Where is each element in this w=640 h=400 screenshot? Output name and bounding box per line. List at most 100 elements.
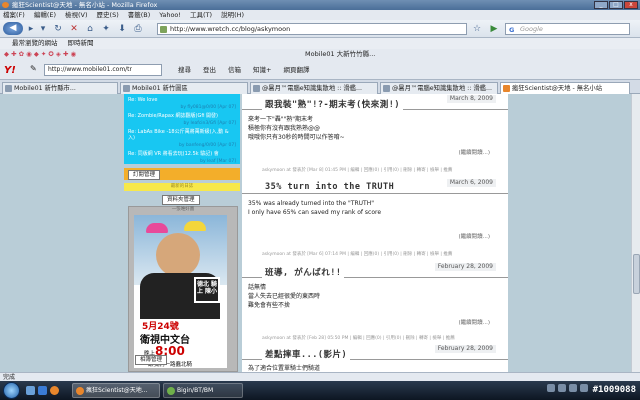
task-label: Bigin/BT/BM [177, 387, 214, 394]
status-text: 完成 [3, 374, 16, 381]
post-title-row: 跟我裝"熟"!?-期末考(快來測!) [242, 98, 508, 110]
tab-mobile01-gallery[interactable]: Mobile01 新竹圖區 [120, 82, 248, 94]
subscribe-manage-button[interactable]: 訂閱管理 [128, 170, 161, 180]
post-title[interactable]: 差點摔車...(影片) [262, 348, 351, 360]
tab-mobile01-hsinchu[interactable]: Mobile01 新竹縣市... [2, 82, 118, 94]
yahoo-logo[interactable]: Y! [4, 65, 16, 76]
post-title[interactable]: 跟我裝"熟"!?-期末考(快來測!) [262, 98, 403, 110]
bookmark-news[interactable]: 即時新聞 [68, 38, 94, 49]
post-body: 來考一下"轟""熟"期末考 積極你有沒有跟我熟熟@@ 哦哦你只有30秒的時間可以… [248, 115, 345, 142]
tab-label: Mobile01 新竹縣市... [14, 85, 76, 92]
comment-meta: by leaf [Mar 07] [200, 159, 236, 164]
addon-icon[interactable]: ✦ [100, 23, 112, 35]
post-title[interactable]: 班導, がんばれ!! [262, 266, 345, 278]
maximize-button[interactable]: □ [609, 1, 623, 9]
tab-forum[interactable]: @暑月™電腦e知識集散地 :: 滑艦... [250, 82, 378, 94]
taskbar-firefox-window[interactable]: 瘋狂Scientist@天地... [72, 383, 160, 398]
tab-forum-2[interactable]: @暑月™電腦e知識集散地 :: 滑艦... [380, 82, 498, 94]
tab-label: 瘋狂Scientist@天地 - 無名小站 [512, 85, 602, 92]
window-title: 瘋狂Scientist@天地 - 無名小站 - Mozilla Firefox [12, 1, 158, 9]
pencil-icon[interactable]: ✎ [30, 64, 37, 73]
comment-meta: by leafcin3/Gfi [Apr 07] [183, 121, 236, 126]
history-dropdown-icon[interactable]: ▾ [38, 23, 48, 35]
post-footer: askymoon at 發表於 [Mar 6] 07:14 PM | 編輯 | … [262, 252, 453, 257]
quicklaunch-desktop-icon[interactable] [26, 386, 35, 395]
mobile01-toolbar-link[interactable]: Mobile01 大新竹竹縣... [305, 49, 375, 60]
comment-link[interactable]: Re: We love [128, 97, 236, 103]
read-more-link[interactable]: (繼續閱讀...) [458, 232, 490, 240]
menu-yahoo[interactable]: Yahoo! [159, 10, 181, 20]
bt-icon [167, 387, 175, 395]
yahoo-logout-button[interactable]: 登出 [203, 64, 216, 76]
album-manage-button[interactable]: 相簿管理 [135, 355, 168, 365]
scrollbar-thumb[interactable] [633, 254, 640, 294]
post-line: 哦哦你只有30秒的時間可以作答唷~ [248, 134, 345, 141]
close-button[interactable]: x [624, 1, 638, 9]
home-icon[interactable]: ⌂ [84, 23, 96, 35]
url-text: http://www.wretch.cc/blog/askymoon [170, 25, 291, 33]
tray-volume-icon[interactable] [558, 384, 566, 392]
latest-posts-header: 最新的日誌 [124, 183, 240, 191]
tab-favicon [5, 85, 12, 92]
subscribe-bar: 訂閱管理 [124, 168, 240, 180]
comment-link[interactable]: Re: LabAs Bike -18公斤萬將萬新級(入,動 & 入) [128, 129, 236, 141]
search-input[interactable]: G Google [505, 23, 630, 35]
star-bookmark-icon[interactable]: ☆ [472, 23, 482, 35]
yahoo-search-input[interactable]: http://www.mobile01.com/tr [44, 64, 162, 76]
album-poster-image[interactable]: 德北 騎上 陳小 5月24號 衛視中文台 晚上8:00 跟我們一路蠢北騎 [134, 215, 227, 368]
addon-toolbar: ◆ ✚ ✿ ◉ ◆ ✦ ✪ ◈ ✚ ◉ Mobile01 大新竹竹縣... [0, 49, 640, 60]
read-more-link[interactable]: (繼續閱讀...) [458, 148, 490, 156]
stop-icon[interactable]: ✕ [68, 23, 80, 35]
tab-favicon [253, 85, 260, 92]
menu-file[interactable]: 檔案(F) [3, 10, 25, 20]
comment-link[interactable]: Re: Zombie/Rapax 網誌翻版(Gfi 開發) [128, 113, 236, 119]
google-icon: G [509, 26, 515, 34]
tab-wretch-blog[interactable]: 瘋狂Scientist@天地 - 無名小站 [500, 82, 630, 94]
quicklaunch-ie-icon[interactable] [38, 386, 47, 395]
go-icon[interactable]: ▶ [488, 23, 500, 35]
download-icon[interactable]: ⬇ [116, 23, 128, 35]
poster-face [156, 233, 200, 277]
yahoo-translate-button[interactable]: 網頁翻譯 [283, 64, 309, 76]
taskbar-bt-window[interactable]: Bigin/BT/BM [163, 383, 243, 398]
forward-button[interactable]: ▸ [26, 23, 36, 35]
post-title[interactable]: 35% turn into the TRUTH [262, 182, 398, 192]
print-icon[interactable]: ⎙ [132, 23, 144, 35]
quicklaunch-firefox-icon[interactable] [50, 386, 59, 395]
tab-favicon [503, 85, 510, 92]
post-body: 為了適合位置單騎士們騎道 [248, 364, 320, 372]
menu-view[interactable]: 檢視(V) [65, 10, 88, 20]
reload-icon[interactable]: ↻ [52, 23, 64, 35]
blog-sidebar: Re: We love by fly081@0/00 [Apr 07] Re: … [124, 94, 240, 372]
post-body: 話無情 當人失去已經很愛的東西時 難免會有些不捨 [248, 283, 320, 310]
taskbar-clock: #1009088 [592, 385, 636, 395]
yahoo-mail-button[interactable]: 信箱 [228, 64, 241, 76]
menu-edit[interactable]: 編輯(E) [34, 10, 56, 20]
menu-bookmarks[interactable]: 書籤(B) [128, 10, 151, 20]
read-more-link[interactable]: (繼續閱讀...) [458, 318, 490, 326]
minimize-button[interactable]: _ [594, 1, 608, 9]
tab-label: @暑月™電腦e知識集散地 :: 滑艦... [392, 85, 492, 92]
yahoo-knowledge-button[interactable]: 知識+ [253, 64, 271, 76]
menu-help[interactable]: 說明(H) [221, 10, 244, 20]
tray-app-icon[interactable] [580, 384, 588, 392]
post-line: I only have 65% can saved my rank of sco… [248, 209, 382, 216]
tray-network-icon[interactable] [547, 384, 555, 392]
yahoo-search-button[interactable]: 搜尋 [178, 64, 191, 76]
comment-link[interactable]: Re: 同版網 VR 將看去玩(12.5k 驗記) 會 [128, 151, 236, 157]
tray-app-icon[interactable] [569, 384, 577, 392]
back-button[interactable]: ◀ [3, 22, 23, 35]
post-line: 話無情 [248, 284, 267, 291]
task-label: 瘋狂Scientist@天地... [86, 387, 148, 394]
bookmark-most-visited[interactable]: 最常瀏覽的網站 [12, 38, 58, 49]
folder-manage-button[interactable]: 資料夾管理 [162, 195, 200, 205]
post-footer: askymoon at 發表於 [Feb 28] 05:50 PM | 編輯 |… [262, 336, 455, 341]
addon-icons[interactable]: ◆ ✚ ✿ ◉ ◆ ✦ ✪ ◈ ✚ ◉ [4, 49, 76, 60]
firefox-icon [76, 387, 84, 395]
menu-history[interactable]: 歷史(S) [97, 10, 119, 20]
poster-helmet [146, 223, 168, 233]
url-field[interactable]: http://www.wretch.cc/blog/askymoon [157, 23, 467, 35]
vertical-scrollbar[interactable] [631, 94, 640, 372]
start-button[interactable] [3, 382, 20, 399]
menu-tools[interactable]: 工具(T) [190, 10, 212, 20]
